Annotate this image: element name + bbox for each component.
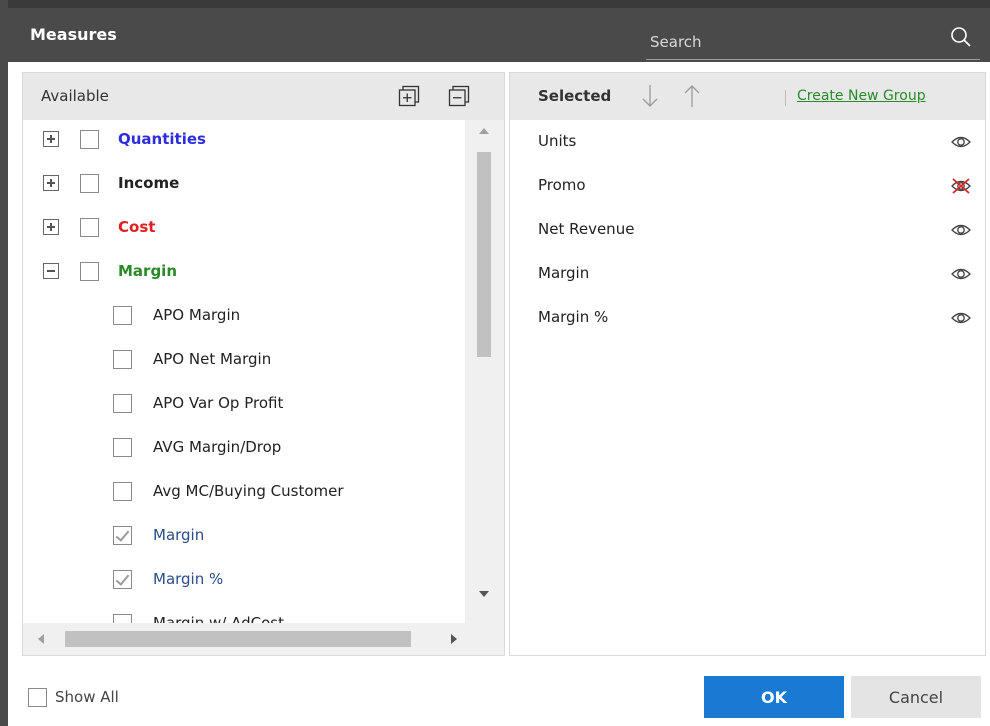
eye-icon[interactable]	[950, 264, 972, 284]
tree-item[interactable]: Avg MC/Buying Customer	[23, 472, 465, 516]
item-label: Margin w/ AdCost	[153, 614, 284, 623]
search-input[interactable]	[646, 28, 936, 56]
dialog-title: Measures	[30, 25, 117, 44]
item-label: AVG Margin/Drop	[153, 438, 282, 456]
tree-item[interactable]: AVG Margin/Drop	[23, 428, 465, 472]
selected-panel: Selected Create New Group Units Promo Ne…	[509, 72, 986, 656]
selected-item-label: Promo	[538, 176, 586, 194]
selected-item-label: Margin	[538, 264, 590, 282]
show-all-checkbox[interactable]	[28, 688, 47, 707]
sort-descending-icon[interactable]	[640, 83, 660, 109]
cancel-button[interactable]: Cancel	[851, 676, 981, 718]
tree-item[interactable]: Margin	[23, 516, 465, 560]
available-header: Available	[23, 73, 504, 120]
scroll-thumb[interactable]	[477, 152, 491, 357]
available-label: Available	[41, 87, 109, 105]
available-panel: Available Quantities Income Cost Margin …	[22, 72, 505, 656]
selected-item-units[interactable]: Units	[510, 120, 985, 164]
collapse-all-icon[interactable]	[448, 85, 470, 107]
title-bar: Measures	[8, 0, 990, 62]
show-all-label: Show All	[55, 688, 119, 706]
item-checkbox[interactable]	[113, 350, 132, 369]
item-label: APO Net Margin	[153, 350, 272, 368]
item-checkbox[interactable]	[113, 438, 132, 457]
search-box	[646, 20, 980, 60]
group-checkbox[interactable]	[80, 218, 99, 237]
sort-ascending-icon[interactable]	[682, 83, 702, 109]
item-label: Margin	[153, 526, 205, 544]
create-new-group-link[interactable]: Create New Group	[797, 88, 926, 104]
selected-header: Selected Create New Group	[510, 73, 985, 120]
scroll-right-icon[interactable]	[451, 634, 457, 644]
selected-item-promo[interactable]: Promo	[510, 164, 985, 208]
eye-hidden-icon[interactable]	[950, 176, 972, 196]
eye-icon[interactable]	[950, 308, 972, 328]
group-label: Quantities	[118, 130, 206, 148]
item-label: APO Margin	[153, 306, 241, 324]
scroll-up-icon[interactable]	[479, 128, 489, 134]
group-label: Income	[118, 174, 180, 192]
item-label: Avg MC/Buying Customer	[153, 482, 344, 500]
selected-item-label: Units	[538, 132, 577, 150]
selected-item-label: Margin %	[538, 308, 609, 326]
group-label: Cost	[118, 218, 156, 236]
tree-group-margin[interactable]: Margin	[23, 252, 465, 296]
expand-plus-icon[interactable]	[43, 175, 59, 191]
vertical-scrollbar[interactable]	[465, 120, 504, 623]
scroll-thumb[interactable]	[65, 631, 411, 647]
eye-icon[interactable]	[950, 132, 972, 152]
scroll-down-icon[interactable]	[479, 591, 489, 597]
item-checkbox[interactable]	[113, 306, 132, 325]
item-label: APO Var Op Profit	[153, 394, 284, 412]
tree-item[interactable]: APO Margin	[23, 296, 465, 340]
item-label: Margin %	[153, 570, 224, 588]
measures-dialog: Measures Available	[0, 0, 990, 726]
divider	[785, 90, 786, 106]
selected-item-margin-percent[interactable]: Margin %	[510, 296, 985, 340]
eye-icon[interactable]	[950, 220, 972, 240]
item-checkbox[interactable]	[113, 570, 132, 589]
item-checkbox[interactable]	[113, 394, 132, 413]
selected-item-net-revenue[interactable]: Net Revenue	[510, 208, 985, 252]
item-checkbox[interactable]	[113, 526, 132, 545]
scroll-left-icon[interactable]	[38, 634, 44, 644]
group-checkbox[interactable]	[80, 174, 99, 193]
tree-item[interactable]: APO Var Op Profit	[23, 384, 465, 428]
tree-item[interactable]: APO Net Margin	[23, 340, 465, 384]
tree-item[interactable]: Margin %	[23, 560, 465, 604]
item-checkbox[interactable]	[113, 614, 132, 623]
search-icon[interactable]	[950, 26, 972, 48]
group-checkbox[interactable]	[80, 262, 99, 281]
ok-button[interactable]: OK	[704, 676, 844, 718]
tree-group-quantities[interactable]: Quantities	[23, 120, 465, 164]
tree-group-income[interactable]: Income	[23, 164, 465, 208]
group-label: Margin	[118, 262, 178, 280]
selected-label: Selected	[538, 87, 612, 105]
tree-group-cost[interactable]: Cost	[23, 208, 465, 252]
tree-item[interactable]: Margin w/ AdCost	[23, 604, 465, 623]
item-checkbox[interactable]	[113, 482, 132, 501]
horizontal-scrollbar[interactable]	[23, 623, 504, 655]
selected-item-label: Net Revenue	[538, 220, 635, 238]
selected-item-margin[interactable]: Margin	[510, 252, 985, 296]
collapse-minus-icon[interactable]	[43, 263, 59, 279]
expand-plus-icon[interactable]	[43, 219, 59, 235]
dialog-footer: Show All OK Cancel	[8, 660, 990, 726]
expand-plus-icon[interactable]	[43, 131, 59, 147]
expand-all-icon[interactable]	[398, 85, 420, 107]
group-checkbox[interactable]	[80, 130, 99, 149]
measure-tree: Quantities Income Cost Margin APO Margin	[23, 120, 465, 623]
